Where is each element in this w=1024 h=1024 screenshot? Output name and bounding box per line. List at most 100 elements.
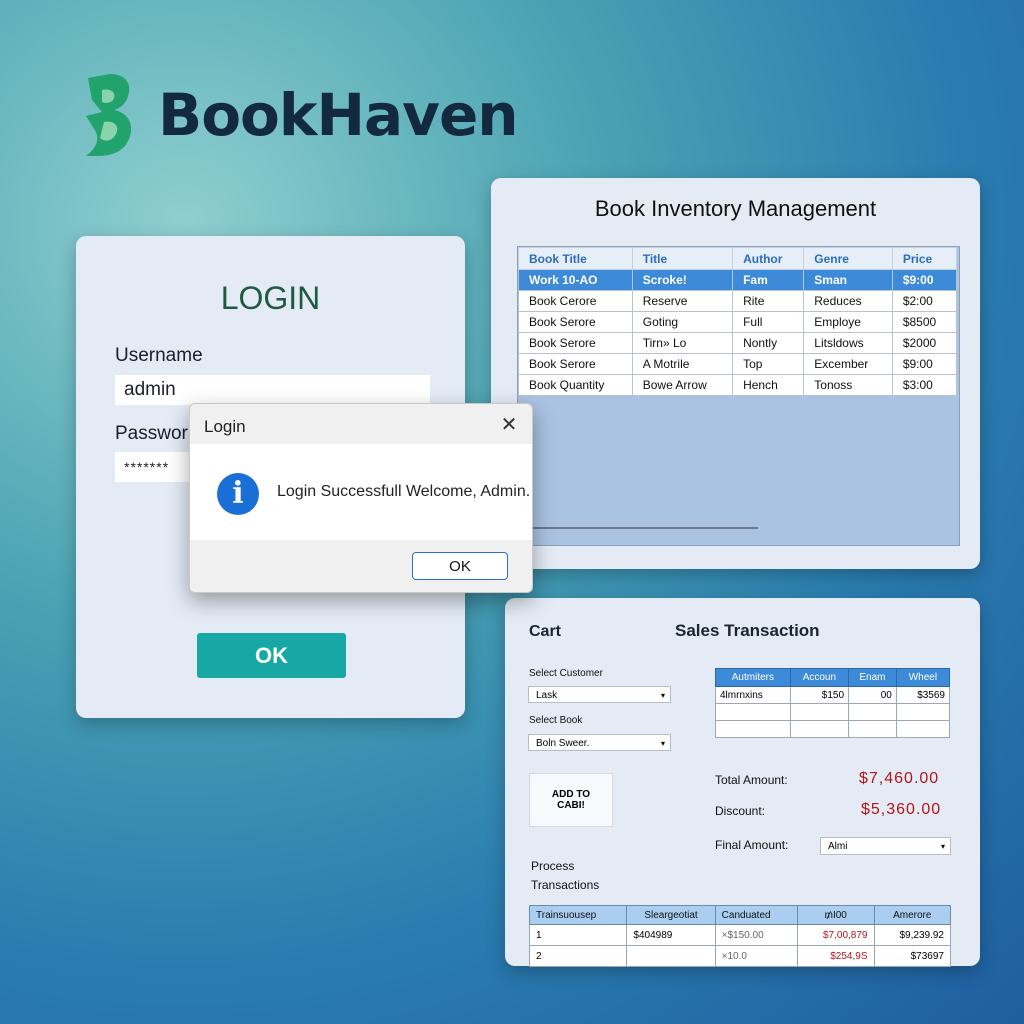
table-row[interactable]: Book Serore Goting Full Employe $8500 (518, 311, 958, 333)
column-header[interactable]: Trainsuousep (528, 905, 628, 925)
table-cell: $2:00 (891, 290, 958, 312)
horizontal-scrollbar[interactable] (532, 527, 758, 529)
book-select[interactable]: Boln Sweer. ▾ (528, 734, 671, 751)
column-header[interactable]: Book Title (518, 247, 633, 270)
column-header[interactable]: Genre (803, 247, 893, 270)
dialog-message: Login Successfull Welcome, Admin. (277, 483, 531, 500)
table-cell: Book Serore (518, 353, 633, 375)
table-cell: $9:00 (891, 353, 958, 375)
table-cell: Goting (631, 311, 734, 333)
table-cell: $2000 (891, 332, 958, 354)
close-icon[interactable]: ✕ (498, 414, 520, 436)
add-to-cart-button[interactable]: ADD TO CABI! (529, 773, 613, 827)
dialog-body: i Login Successfull Welcome, Admin. (190, 444, 532, 540)
table-cell: Reduces (803, 290, 893, 312)
login-dialog: Login ✕ i Login Successfull Welcome, Adm… (189, 403, 533, 593)
username-label: Username (115, 345, 203, 366)
column-header[interactable]: Autmiters (715, 668, 791, 687)
login-ok-button[interactable]: OK (197, 633, 346, 678)
column-header[interactable]: Sleargeotiat (626, 905, 716, 925)
column-header[interactable]: ₥I00 (797, 905, 875, 925)
dialog-ok-button[interactable]: OK (412, 552, 508, 580)
password-label: Passwor (115, 423, 188, 444)
table-cell: 4lmrnxins (715, 686, 791, 704)
table-cell: Tirn» Lo (631, 332, 734, 354)
username-field[interactable]: admin (115, 375, 430, 405)
table-cell: Full (732, 311, 805, 333)
table-row[interactable]: 2 ×10.0 $254,9S $73697 (528, 945, 951, 967)
table-cell: Top (732, 353, 805, 375)
customer-select-value: Lask (536, 690, 558, 701)
final-amount-field[interactable]: Almi ▾ (820, 837, 951, 855)
table-cell: A Motrile (631, 353, 734, 375)
cart-table: Autmiters Accoun Enam Wheel 4lmrnxins $1… (715, 668, 951, 738)
brand-logo: BookHaven (80, 70, 519, 160)
table-cell: $8500 (891, 311, 958, 333)
table-cell (715, 703, 791, 721)
table-row[interactable] (715, 720, 951, 738)
column-header[interactable]: Accoun (789, 668, 850, 687)
chevron-down-icon: ▾ (940, 842, 945, 851)
column-header[interactable]: Amerore (873, 905, 951, 925)
info-icon: i (217, 473, 259, 515)
table-cell: $150 (789, 686, 850, 704)
table-row[interactable]: Book Quantity Bowe Arrow Hench Tonoss $3… (518, 374, 958, 396)
table-cell: Employe (803, 311, 893, 333)
select-book-label: Select Book (529, 715, 583, 726)
select-customer-label: Select Customer (529, 668, 603, 679)
table-cell: Book Serore (518, 311, 633, 333)
table-row[interactable]: 1 $404989 ×$150.00 $7,00,879 $9,239.92 (528, 924, 951, 946)
table-row[interactable]: 4lmrnxins $150 00 $3569 (715, 686, 951, 704)
column-header[interactable]: Wheel (895, 668, 951, 687)
brand-name: BookHaven (158, 81, 519, 149)
table-cell: $7,00,879 (797, 924, 875, 946)
table-cell: Book Serore (518, 332, 633, 354)
chevron-down-icon: ▾ (660, 739, 665, 748)
table-cell: $404989 (626, 924, 716, 946)
table-cell: 2 (528, 945, 628, 967)
table-cell: Rite (732, 290, 805, 312)
brand-mark-icon (86, 74, 132, 156)
password-field[interactable]: ******* (115, 452, 195, 482)
column-header[interactable]: Price (891, 247, 958, 270)
column-header[interactable]: Canduated (714, 905, 799, 925)
customer-select[interactable]: Lask ▾ (528, 686, 671, 703)
table-cell: 00 (848, 686, 897, 704)
column-header[interactable]: Title (631, 247, 734, 270)
table-cell (895, 703, 951, 721)
table-cell: Book Quantity (518, 374, 633, 396)
chevron-down-icon: ▾ (660, 691, 665, 700)
inventory-table: Book Title Title Author Genre Price Work… (518, 247, 958, 396)
table-cell: Tonoss (803, 374, 893, 396)
table-cell: Work 10-AO (518, 269, 633, 291)
add-to-cart-label-line2: CABI! (557, 800, 585, 811)
table-cell: 1 (528, 924, 628, 946)
table-row[interactable]: Book Serore A Motrile Top Excember $9:00 (518, 353, 958, 375)
table-cell: Hench (732, 374, 805, 396)
table-cell: $3:00 (891, 374, 958, 396)
process-transactions-label-line1: Process (531, 859, 575, 873)
discount-value: $5,360.00 (861, 801, 942, 818)
table-cell: $3569 (895, 686, 951, 704)
process-transactions-label-line2: Transactions (531, 878, 600, 892)
table-cell: $9:00 (891, 269, 958, 291)
table-row-selected[interactable]: Work 10-AO Scroke! Fam Sman $9:00 (518, 269, 958, 291)
dialog-title: Login (204, 417, 246, 436)
discount-label: Discount: (715, 804, 766, 818)
column-header[interactable]: Author (732, 247, 805, 270)
table-row[interactable]: Book Cerore Reserve Rite Reduces $2:00 (518, 290, 958, 312)
table-cell (895, 720, 951, 738)
table-row[interactable] (715, 703, 951, 721)
table-cell (848, 703, 897, 721)
book-select-value: Boln Sweer. (536, 738, 590, 749)
table-cell: Scroke! (631, 269, 734, 291)
table-cell: Excember (803, 353, 893, 375)
inventory-table-container: Book Title Title Author Genre Price Work… (517, 246, 960, 546)
transactions-table: Trainsuousep Sleargeotiat Canduated ₥I00… (528, 905, 951, 967)
inventory-panel: Book Inventory Management Book Title Tit… (491, 178, 980, 569)
column-header[interactable]: Enam (848, 668, 897, 687)
table-row[interactable]: Book Serore Tirn» Lo Nontly Litsldows $2… (518, 332, 958, 354)
table-cell (848, 720, 897, 738)
table-cell: Book Cerore (518, 290, 633, 312)
table-cell (789, 703, 850, 721)
